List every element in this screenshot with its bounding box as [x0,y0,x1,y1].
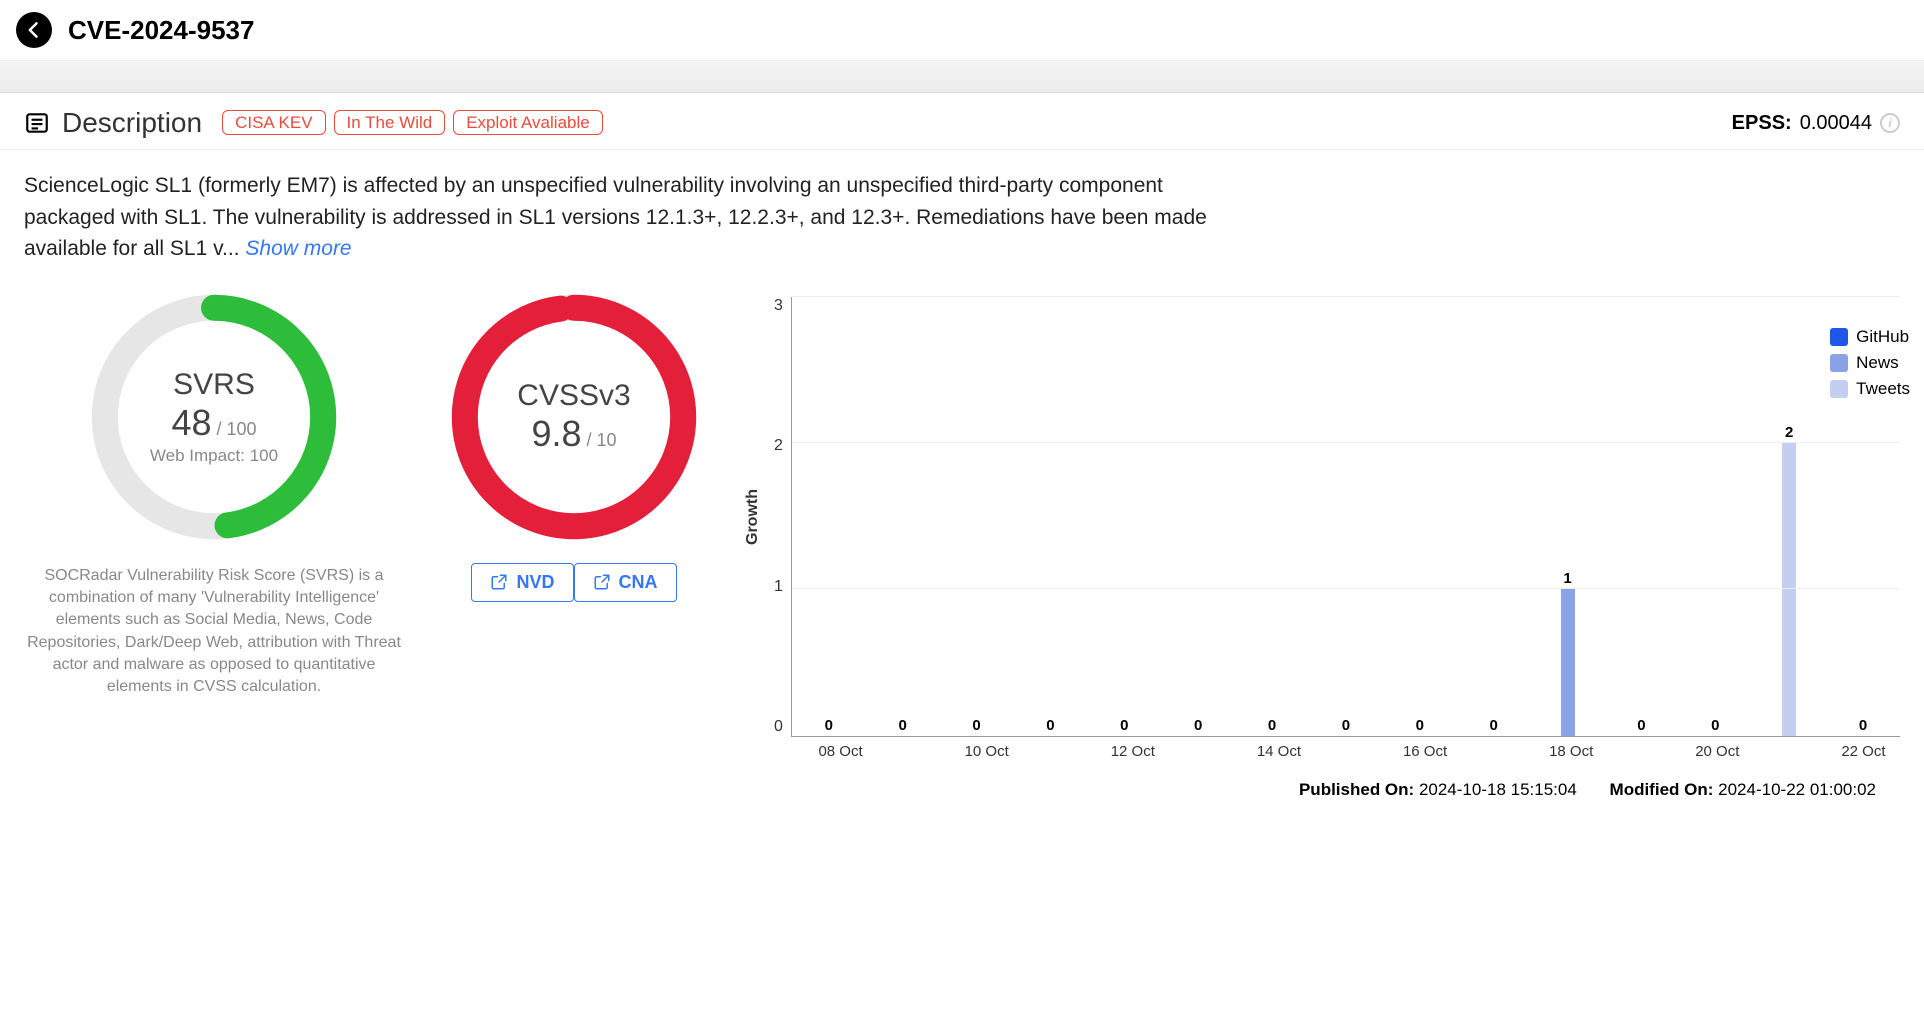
show-more-link[interactable]: Show more [245,237,351,260]
tag-cisa-kev[interactable]: CISA KEV [222,110,325,135]
svrs-title: SVRS [173,368,255,402]
toolbar-placeholder [0,61,1924,93]
bar-group: 0 [1383,297,1457,736]
description-text: ScienceLogic SL1 (formerly EM7) is affec… [24,174,1207,260]
bar-group: 0 [866,297,940,736]
tag-in-the-wild[interactable]: In The Wild [334,110,446,135]
svrs-sub: Web Impact: 100 [150,446,278,466]
x-tick [1608,737,1681,760]
bar-group: 0 [1161,297,1235,736]
y-tick: 3 [774,297,783,315]
cvss-title: CVSSv3 [517,379,630,413]
svrs-denom: / 100 [212,419,257,439]
x-tick [1023,737,1096,760]
bar-group: 2 [1752,297,1826,736]
description-label: Description [62,107,202,139]
modified-value: 2024-10-22 01:00:02 [1718,780,1876,799]
meta-row: Published On: 2024-10-18 15:15:04 Modifi… [744,760,1900,816]
bar-group: 0 [1014,297,1088,736]
epss-score: EPSS: 0.00044 i [1732,112,1900,135]
bar-group: 0 [1826,297,1900,736]
svrs-gauge: SVRS 48 / 100 Web Impact: 100 [84,287,344,547]
x-tick: 16 Oct [1389,737,1462,760]
bar-group: 0 [940,297,1014,736]
x-ticks: 08 Oct 10 Oct 12 Oct 14 Oct 16 Oct 18 Oct 20 O… [804,737,1900,760]
cvss-column: CVSSv3 9.8 / 10 NVDCNA [444,287,704,602]
bar-group: 0 [1605,297,1679,736]
info-icon[interactable]: i [1880,113,1900,133]
svrs-note: SOCRadar Vulnerability Risk Score (SVRS)… [24,565,404,699]
bar-group: 0 [1309,297,1383,736]
main-content: SVRS 48 / 100 Web Impact: 100 SOCRadar V… [0,277,1924,816]
epss-value: 0.00044 [1800,112,1872,135]
x-tick [1462,737,1535,760]
y-axis-label: Growth [744,489,762,545]
y-tick: 2 [774,437,783,455]
bar-group: 0 [1678,297,1752,736]
x-tick [1169,737,1242,760]
x-tick [1315,737,1388,760]
y-tick: 0 [774,718,783,736]
cvss-denom: / 10 [582,430,617,450]
published-label: Published On: [1299,780,1414,799]
external-link-icon [593,573,611,591]
back-button[interactable] [16,12,52,48]
x-tick: 08 Oct [804,737,877,760]
external-link-icon [490,573,508,591]
description-body: ScienceLogic SL1 (formerly EM7) is affec… [0,150,1280,277]
x-tick: 12 Oct [1096,737,1169,760]
published-value: 2024-10-18 15:15:04 [1419,780,1577,799]
x-tick: 20 Oct [1681,737,1754,760]
epss-label: EPSS: [1732,112,1792,135]
x-tick: 14 Oct [1242,737,1315,760]
nvd-link[interactable]: NVD [471,563,573,602]
bar-group: 0 [792,297,866,736]
x-tick: 18 Oct [1535,737,1608,760]
page-header: CVE-2024-9537 [0,0,1924,61]
cvss-gauge: CVSSv3 9.8 / 10 [444,287,704,547]
x-tick [877,737,950,760]
list-icon [24,110,50,136]
arrow-left-icon [24,20,44,40]
bar-group: 1 [1531,297,1605,736]
description-header-left: Description CISA KEV In The Wild Exploit A… [24,107,603,139]
x-tick: 22 Oct [1827,737,1900,760]
svrs-value: 48 [171,402,211,443]
cvss-value: 9.8 [531,413,581,454]
x-tick [1754,737,1827,760]
tag-exploit-avaliable[interactable]: Exploit Avaliable [453,110,603,135]
svrs-column: SVRS 48 / 100 Web Impact: 100 SOCRadar V… [24,287,404,699]
bar-news: 1 [1561,589,1575,735]
bar-group: 0 [1457,297,1531,736]
x-tick: 10 Oct [950,737,1023,760]
y-tick: 1 [774,578,783,596]
description-header: Description CISA KEV In The Wild Exploit A… [0,93,1924,150]
page-title: CVE-2024-9537 [68,15,254,46]
modified-label: Modified On: [1610,780,1714,799]
y-ticks: 3 2 1 0 [766,297,791,737]
bar-group: 0 [1235,297,1309,736]
cna-link[interactable]: CNA [574,563,677,602]
bar-group: 0 [1087,297,1161,736]
chart-plot: 000000000010020 [791,297,1900,737]
bar-tweets: 2 [1782,443,1796,736]
growth-chart: GitHubNewsTweets Growth 3210 00000000001… [744,287,1900,816]
